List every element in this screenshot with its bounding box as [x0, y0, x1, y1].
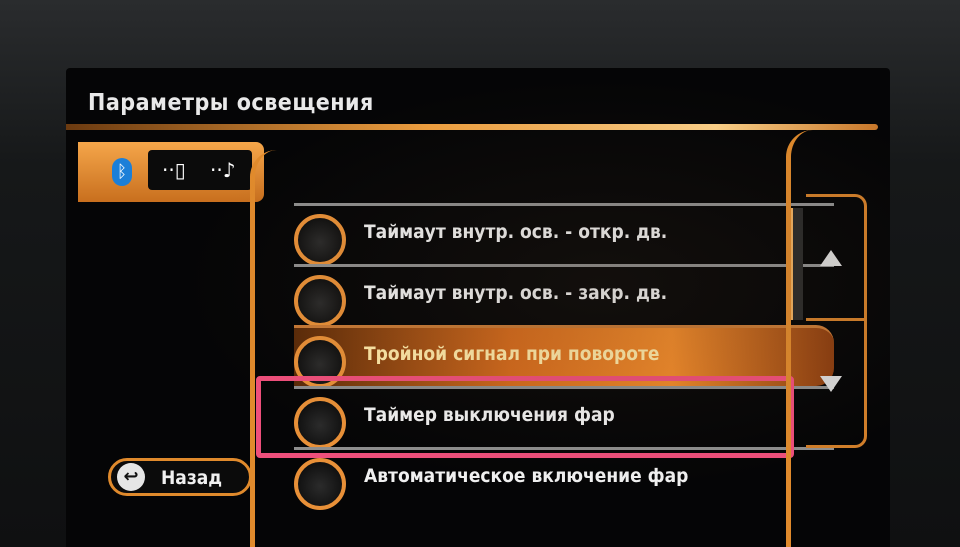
phone-icon: ··▯ [162, 158, 186, 182]
back-button[interactable]: ↩ Назад [108, 458, 252, 496]
toggle-dial-icon[interactable] [294, 275, 346, 327]
left-rail [250, 150, 277, 547]
menu-item-label: Таймаут внутр. осв. - откр. дв. [364, 221, 668, 243]
toggle-dial-icon[interactable] [294, 458, 346, 510]
page-title: Параметры освещения [88, 90, 374, 116]
toggle-dial-icon[interactable] [294, 214, 346, 266]
title-underline [66, 124, 878, 130]
menu-item-label: Таймаут внутр. осв. - закр. дв. [364, 282, 668, 304]
nav-divider [806, 318, 866, 321]
bluetooth-icon: ᛒ [112, 158, 132, 186]
infotainment-screen: Параметры освещения ᛒ ··▯ ··♪ Таймаут вн… [66, 68, 890, 547]
device-icons-box: ··▯ ··♪ [148, 150, 252, 190]
device-status-tab[interactable]: ᛒ ··▯ ··♪ [78, 142, 264, 202]
highlight-frame [256, 376, 794, 458]
back-button-label: Назад [161, 467, 223, 489]
scrollbar-thumb[interactable] [791, 208, 803, 320]
arrow-up-icon[interactable] [820, 250, 842, 266]
scroll-nav-panel [806, 194, 867, 448]
menu-item-interior-light-door-open[interactable]: Таймаут внутр. осв. - откр. дв. [294, 203, 834, 266]
music-icon: ··♪ [210, 158, 236, 182]
menu-item-label: Автоматическое включение фар [364, 465, 689, 487]
settings-menu: Таймаут внутр. осв. - откр. дв. Таймаут … [294, 203, 834, 510]
arrow-down-icon[interactable] [820, 376, 842, 392]
menu-item-label: Тройной сигнал при повороте [364, 343, 660, 365]
back-arrow-icon: ↩ [117, 463, 145, 491]
menu-item-interior-light-door-closed[interactable]: Таймаут внутр. осв. - закр. дв. [294, 264, 834, 327]
